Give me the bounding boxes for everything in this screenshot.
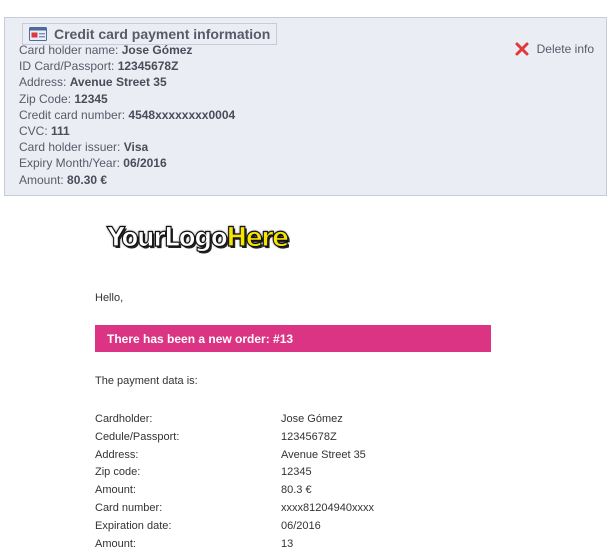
detail-label: Card number: <box>95 502 163 515</box>
row-value: 111 <box>51 124 70 139</box>
row-value: 06/2016 <box>123 156 167 171</box>
cvc-row: CVC: 111 <box>19 123 235 139</box>
row-value: Visa <box>123 140 149 155</box>
logo-text-highlight: Here <box>226 221 290 253</box>
zip-code-row: Zip Code: 12345 <box>19 91 235 107</box>
card-details: Card holder name: Jose Gómez ID Card/Pas… <box>19 42 235 188</box>
credit-card-icon <box>29 27 47 41</box>
greeting: Hello, <box>95 292 124 304</box>
delete-info-button[interactable]: Delete info <box>515 42 594 56</box>
card-number-row: Credit card number: 4548xxxxxxxx0004 <box>19 107 235 123</box>
row-value: Jose Gómez <box>121 43 193 57</box>
row-label: ID Card/Passport: <box>19 59 118 74</box>
detail-row: Cedule/Passport: 12345678Z <box>95 428 374 446</box>
amount-row: Amount: 80.30 € <box>19 172 235 188</box>
order-banner-text: There has been a new order: #13 <box>107 331 294 346</box>
detail-value: 13 <box>281 537 294 550</box>
detail-label: Cedule/Passport: <box>95 430 180 443</box>
logo-text: YourLogo <box>106 221 228 253</box>
detail-value: 12345 <box>281 466 312 479</box>
row-value: 4548xxxxxxxx0004 <box>128 107 236 122</box>
delete-x-icon <box>515 42 529 56</box>
address-row: Address: Avenue Street 35 <box>19 74 235 90</box>
detail-row: Card number: xxxx81204940xxxx <box>95 499 374 517</box>
row-label: Credit card number: <box>19 107 129 122</box>
detail-value: 06/2016 <box>281 519 321 532</box>
row-label: Address: <box>19 75 70 90</box>
row-label: CVC: <box>19 124 52 139</box>
expiry-row: Expiry Month/Year: 06/2016 <box>19 155 235 171</box>
detail-value: Jose Gómez <box>281 412 343 425</box>
logo: YourLogoHere <box>106 221 290 253</box>
card-issuer-row: Card holder issuer: Visa <box>19 139 235 155</box>
delete-info-label: Delete info <box>536 42 594 56</box>
row-value: 12345678Z <box>117 59 179 74</box>
row-label: Zip Code: <box>19 91 75 106</box>
detail-value: xxxx81204940xxxx <box>281 502 374 515</box>
row-value: Avenue Street 35 <box>69 75 167 90</box>
row-label: Expiry Month/Year: <box>19 156 124 171</box>
payment-details: Cardholder: Jose Gómez Cedule/Passport: 12… <box>95 410 374 553</box>
panel-title: Credit card payment information <box>54 26 271 42</box>
detail-label: Zip code: <box>95 466 141 479</box>
payment-intro: The payment data is: <box>95 375 198 387</box>
detail-row: Zip code: 12345 <box>95 464 374 482</box>
row-label: Card holder issuer: <box>19 140 124 155</box>
row-label: Amount: <box>19 172 68 187</box>
order-banner: There has been a new order: #13 <box>95 325 491 352</box>
id-card-row: ID Card/Passport: 12345678Z <box>19 58 235 74</box>
row-value: 80.30 € <box>67 172 108 187</box>
detail-label: Cardholder: <box>95 412 153 425</box>
detail-label: Amount: <box>95 537 136 550</box>
detail-label: Expiration date: <box>95 519 172 532</box>
detail-row: Address: Avenue Street 35 <box>95 446 374 464</box>
detail-row: Amount: 80.3 € <box>95 481 374 499</box>
detail-row: Expiration date: 06/2016 <box>95 517 374 535</box>
detail-row: Cardholder: Jose Gómez <box>95 410 374 428</box>
detail-value: 12345678Z <box>281 430 337 443</box>
panel-legend: Credit card payment information <box>22 23 278 45</box>
detail-value: Avenue Street 35 <box>281 448 366 461</box>
detail-label: Amount: <box>95 484 136 497</box>
row-label: Card holder name: <box>19 43 122 57</box>
credit-card-info-panel: Credit card payment information Card hol… <box>4 17 607 196</box>
detail-label: Address: <box>95 448 139 461</box>
detail-row: Amount: 13 <box>95 535 374 553</box>
row-value: 12345 <box>74 91 108 106</box>
detail-value: 80.3 € <box>281 484 312 497</box>
